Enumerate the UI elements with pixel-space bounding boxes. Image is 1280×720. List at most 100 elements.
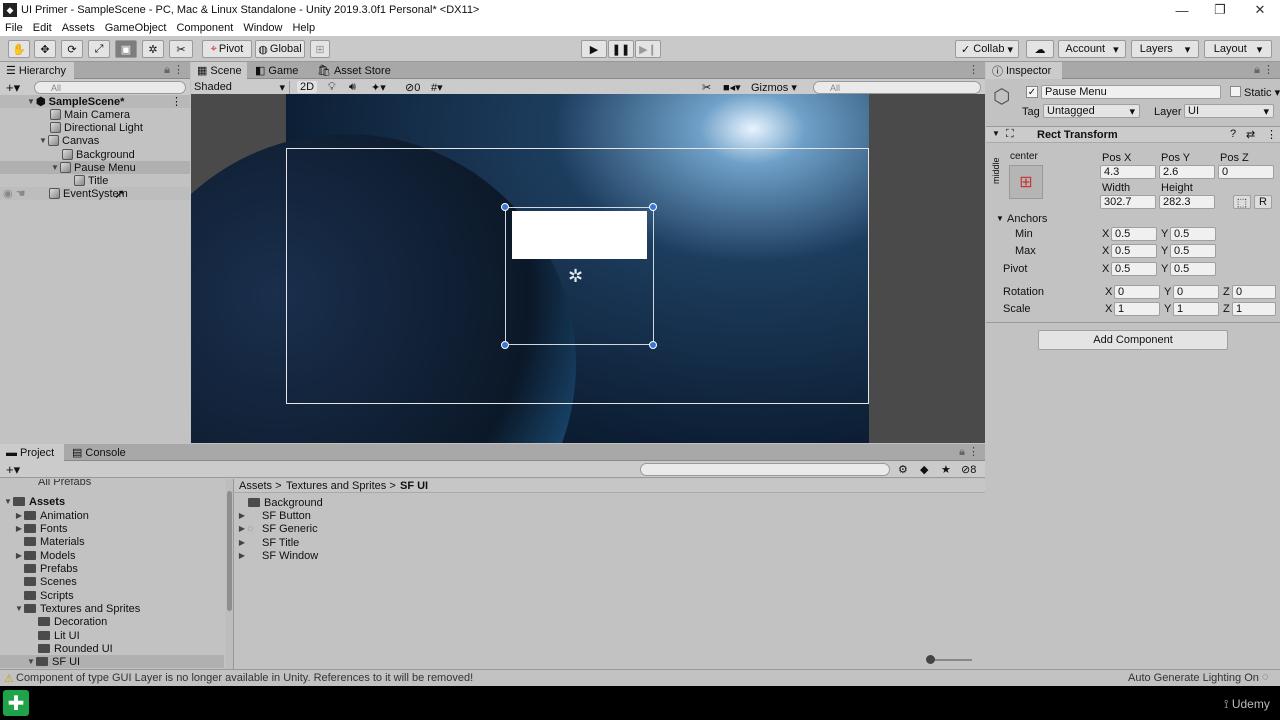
asset-item-background[interactable]: Background (248, 496, 323, 509)
tree-item-sf-ui[interactable]: ▼ SF UI (0, 655, 224, 668)
anchor-icon[interactable]: ✲ (568, 266, 583, 287)
expand-icon[interactable]: ▼ (996, 214, 1004, 223)
hidden-packages-icon[interactable]: ⊘8 (961, 463, 976, 476)
menu-gameobject[interactable]: GameObject (100, 22, 172, 34)
close-icon[interactable]: ✕ (1240, 0, 1280, 20)
anchor-min-x-input[interactable]: 0.5 (1111, 227, 1157, 241)
tools-icon[interactable]: ✂ (702, 81, 711, 94)
project-search-input[interactable] (640, 463, 890, 476)
lock-icon[interactable]: 🔒︎ (1254, 64, 1260, 77)
hierarchy-item-background[interactable]: Background (62, 148, 135, 161)
tree-item-decoration[interactable]: Decoration (38, 615, 107, 628)
tree-item-scripts[interactable]: Scripts (24, 589, 74, 602)
breadcrumb-current[interactable]: SF UI (400, 480, 428, 492)
anchor-min-y-input[interactable]: 0.5 (1170, 227, 1216, 241)
tree-item-materials[interactable]: Materials (24, 535, 85, 548)
scene-row[interactable]: ▼ ⬢ SampleScene* ⋮ (0, 95, 190, 108)
breadcrumb-textures[interactable]: Textures and Sprites > (286, 480, 396, 492)
play-button[interactable]: ▶ (581, 40, 607, 58)
cloud-icon[interactable]: ☁ (1026, 40, 1054, 58)
asset-item-sf-generic[interactable]: ▶ ○ SF Generic (237, 522, 318, 535)
collab-dropdown[interactable]: ✓ Collab ▾ (955, 40, 1019, 58)
pause-button[interactable]: ❚❚ (608, 40, 634, 58)
shading-dropdown[interactable]: Shaded ▾ (194, 81, 290, 94)
scrollbar-thumb[interactable] (227, 491, 232, 611)
tree-scrollbar[interactable] (226, 479, 233, 669)
layers-dropdown[interactable]: Layers ▾ (1131, 40, 1199, 58)
pos-z-input[interactable]: 0 (1218, 165, 1274, 179)
filter-type-icon[interactable]: ⚙ (898, 463, 908, 476)
pos-y-input[interactable]: 2.6 (1159, 165, 1215, 179)
status-message[interactable]: Component of type GUI Layer is no longer… (16, 672, 473, 684)
tree-item-models[interactable]: ▶ Models (14, 549, 76, 562)
label-icon[interactable]: ◆ (920, 463, 928, 476)
blueprint-mode-icon[interactable]: ⬚ (1233, 195, 1251, 209)
rotation-y-input[interactable]: 0 (1173, 285, 1219, 299)
active-checkbox[interactable]: ✓ (1026, 86, 1038, 98)
asset-item-sf-title[interactable]: ▶ SF Title (237, 536, 299, 549)
tree-item-animation[interactable]: ▶ Animation (14, 509, 89, 522)
scale-x-input[interactable]: 1 (1114, 302, 1160, 316)
hierarchy-item-eventsystem[interactable]: ◉ ☚ EventSystem (0, 187, 190, 200)
scale-y-input[interactable]: 1 (1173, 302, 1219, 316)
lock-icon[interactable]: 🔒︎ (164, 64, 170, 77)
anchor-max-x-input[interactable]: 0.5 (1111, 244, 1157, 258)
scale-tool-icon[interactable]: ⤢ (88, 40, 110, 58)
pivot-x-input[interactable]: 0.5 (1111, 262, 1157, 276)
tree-item-fonts[interactable]: ▶ Fonts (14, 522, 68, 535)
pos-x-input[interactable]: 4.3 (1100, 165, 1156, 179)
hierarchy-item-canvas[interactable]: ▼ Canvas (38, 134, 99, 147)
account-dropdown[interactable]: Account ▾ (1058, 40, 1126, 58)
add-app-icon[interactable]: ✚ (3, 690, 29, 716)
object-name-input[interactable]: Pause Menu (1041, 85, 1221, 99)
width-input[interactable]: 302.7 (1100, 195, 1156, 209)
more-icon[interactable]: ⋮ (1266, 128, 1277, 141)
effects-icon[interactable]: ✦▾ (371, 81, 386, 94)
hierarchy-item-title[interactable]: Title (74, 174, 108, 187)
scale-z-input[interactable]: 1 (1232, 302, 1276, 316)
rotate-tool-icon[interactable]: ⟳ (61, 40, 83, 58)
resize-handle[interactable] (501, 203, 509, 211)
hierarchy-item-directional-light[interactable]: Directional Light (50, 121, 143, 134)
global-toggle-button[interactable]: ◍ Global (255, 40, 305, 58)
menu-assets[interactable]: Assets (57, 22, 100, 34)
preset-icon[interactable]: ⇄ (1246, 128, 1255, 141)
menu-window[interactable]: Window (238, 22, 287, 34)
slider-thumb[interactable] (926, 655, 935, 664)
tab-project[interactable]: ▬ Project (0, 444, 64, 461)
custom-tool-icon[interactable]: ✂ (169, 40, 193, 58)
tab-console[interactable]: ▤ Console (66, 444, 130, 461)
favorite-icon[interactable]: ★ (941, 463, 951, 476)
visibility-icon[interactable]: ◉ ☚ (3, 187, 49, 200)
asset-item-sf-window[interactable]: ▶ SF Window (237, 549, 318, 562)
add-icon[interactable]: +▾ (6, 80, 20, 96)
grid-icon[interactable]: #▾ (431, 81, 443, 94)
menu-edit[interactable]: Edit (28, 22, 57, 34)
resize-handle[interactable] (649, 203, 657, 211)
audio-icon[interactable]: 🔊︎ (349, 81, 356, 94)
tree-item-all-prefabs[interactable]: All Prefabs (38, 479, 91, 488)
scene-search-input[interactable]: All (813, 81, 981, 94)
hierarchy-item-main-camera[interactable]: Main Camera (50, 108, 130, 121)
pivot-y-input[interactable]: 0.5 (1170, 262, 1216, 276)
tree-item-textures-and-sprites[interactable]: ▼ Textures and Sprites (14, 602, 140, 615)
camera-icon[interactable]: ■◂▾ (723, 81, 741, 94)
lock-icon[interactable]: 🔒︎ (959, 446, 965, 459)
resize-handle[interactable] (501, 341, 509, 349)
more-icon[interactable]: ⋮ (171, 95, 182, 108)
menu-help[interactable]: Help (287, 22, 320, 34)
scene-viewport[interactable]: ✲ (191, 94, 985, 443)
2d-toggle-button[interactable]: 2D (297, 81, 317, 93)
title-rect[interactable] (512, 211, 647, 259)
tab-hierarchy[interactable]: ☰ Hierarchy (0, 62, 74, 79)
add-component-button[interactable]: Add Component (1038, 330, 1228, 350)
auto-lighting-status[interactable]: Auto Generate Lighting On (1128, 672, 1259, 684)
hierarchy-search-input[interactable]: All (34, 81, 186, 94)
rotation-z-input[interactable]: 0 (1232, 285, 1276, 299)
more-icon[interactable]: ⋮ (968, 63, 979, 76)
rotation-x-input[interactable]: 0 (1114, 285, 1160, 299)
add-icon[interactable]: +▾ (6, 462, 20, 478)
breadcrumb-assets[interactable]: Assets > (239, 480, 282, 492)
tree-item-scenes[interactable]: Scenes (24, 575, 77, 588)
step-button[interactable]: ▶❙ (635, 40, 661, 58)
